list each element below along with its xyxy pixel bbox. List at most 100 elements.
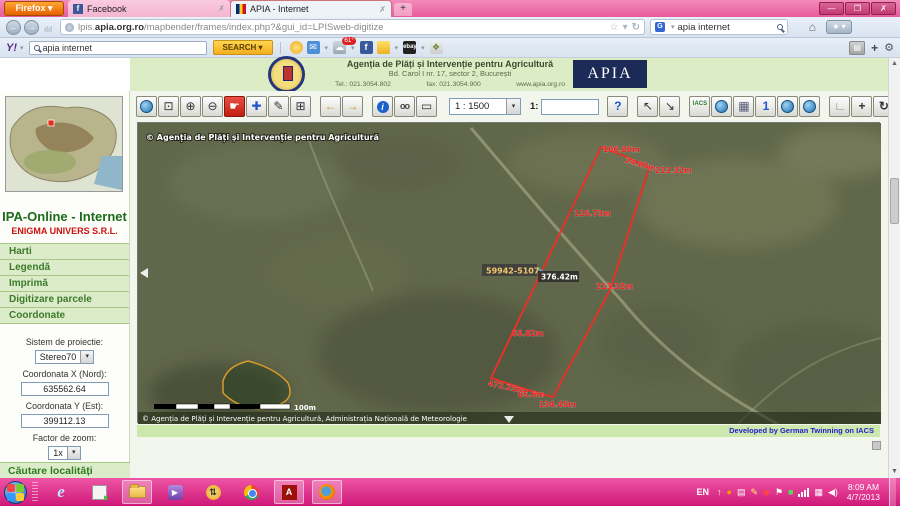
taskbar-firefox-icon[interactable]	[312, 480, 342, 504]
recenter-button[interactable]: ✚	[246, 96, 267, 117]
tray-app-icon[interactable]: ■	[788, 487, 793, 497]
volume-icon[interactable]: ◀)	[828, 487, 838, 497]
add-point-button[interactable]: +	[851, 96, 872, 117]
tray-arrow-icon[interactable]: ↑	[717, 487, 722, 497]
scale-select[interactable]: 1 : 1500 ▾	[449, 98, 521, 115]
scroll-down-icon[interactable]: ▼	[889, 466, 900, 478]
grid-button[interactable]: ▦	[733, 96, 754, 117]
start-button[interactable]	[4, 481, 27, 504]
reload-icon[interactable]: ↻	[632, 22, 640, 33]
pan-hand-button-active[interactable]: ☛	[224, 96, 245, 117]
page-scrollbar[interactable]: ▲ ▼	[888, 58, 900, 478]
move-vertex-button[interactable]: ↘	[659, 96, 680, 117]
bookmarks-button[interactable]: ★ ▾	[826, 20, 852, 34]
tab-apia-internet[interactable]: APIA - Internet ✗	[230, 0, 392, 17]
tray-pen-icon[interactable]: ✎	[750, 487, 758, 497]
yahoo-search-input[interactable]: apia internet	[29, 41, 207, 55]
maximize-button[interactable]: ❐	[845, 2, 870, 15]
taskbar-installer-icon[interactable]	[84, 480, 114, 504]
projection-select[interactable]: Stereo70 ▾	[35, 350, 95, 364]
facebook-icon[interactable]: f	[360, 41, 373, 54]
mail-icon[interactable]: ✉	[307, 41, 320, 54]
scroll-up-icon[interactable]: ▲	[889, 58, 900, 70]
apps-icon[interactable]: ❖	[430, 41, 443, 54]
taskbar-adobe-reader-icon[interactable]: A	[274, 480, 304, 504]
yahoo-logo[interactable]: Y!	[6, 42, 17, 54]
zoom-out-button[interactable]: ⊖	[202, 96, 223, 117]
yahoo-search-button[interactable]: SEARCH ▾	[213, 40, 273, 55]
yahoo-dropdown-icon[interactable]: ▾	[20, 44, 24, 52]
chevron-down-icon[interactable]: ▾	[506, 99, 520, 114]
taskbar-explorer-icon[interactable]	[122, 480, 152, 504]
address-bar[interactable]: lpis.apia.org.ro/mapbender/frames/index.…	[60, 19, 645, 35]
agency-website[interactable]: www.apia.org.ro	[516, 81, 565, 88]
language-indicator[interactable]: EN	[697, 487, 710, 497]
taskbar-media-player-icon[interactable]: ▶	[160, 480, 190, 504]
chat-dropdown-icon[interactable]: ▾	[395, 44, 399, 52]
close-button[interactable]: ✗	[871, 2, 896, 15]
taskbar-ie-icon[interactable]: e	[46, 480, 76, 504]
romania-overview-map[interactable]	[5, 96, 123, 192]
gear-icon[interactable]: ⚙	[884, 41, 894, 54]
add-toolbar-button[interactable]: +	[871, 41, 878, 55]
ebay-dropdown-icon[interactable]: ▾	[421, 44, 425, 52]
ebay-icon[interactable]: ebay	[403, 41, 416, 54]
home-icon[interactable]: ⌂	[809, 20, 816, 34]
sidebar-item-coordonate[interactable]: Coordonate	[0, 308, 129, 324]
layer-window-button[interactable]	[777, 96, 798, 117]
satellite-map-viewport[interactable]: © Agenția de Plăți și Intervenție pentru…	[137, 122, 880, 423]
scale-input[interactable]	[541, 99, 599, 115]
show-desktop-button[interactable]	[889, 478, 896, 506]
search-binoculars-button[interactable]: oo	[394, 96, 415, 117]
list-button[interactable]: ▤	[849, 41, 865, 55]
export-layer-button[interactable]	[799, 96, 820, 117]
sidebar-item-imprima[interactable]: Imprimă	[0, 276, 129, 292]
signal-bars-icon[interactable]	[798, 488, 809, 497]
drag-map-button[interactable]: ⊞	[290, 96, 311, 117]
resize-grip[interactable]	[872, 441, 881, 450]
search-engine-icon[interactable]: G	[655, 22, 665, 32]
tray-flag-icon[interactable]: ⚑	[775, 487, 783, 497]
sidebar-item-digitizare[interactable]: Digitizare parcele	[0, 292, 129, 308]
coordinate-y-input[interactable]	[21, 414, 109, 428]
measure-button[interactable]: ▭	[416, 96, 437, 117]
tray-document-icon[interactable]: ▤	[737, 487, 746, 497]
engine-dropdown-icon[interactable]: ▾	[671, 23, 675, 31]
feature-info-button[interactable]: i	[372, 96, 393, 117]
coordinate-x-input[interactable]	[21, 382, 109, 396]
history-forward-button[interactable]: →	[342, 96, 363, 117]
taskbar-chrome-icon[interactable]	[236, 480, 266, 504]
history-back-button[interactable]: ←	[320, 96, 341, 117]
sidebar-item-cautare-localitati[interactable]: Căutare localități	[0, 462, 130, 478]
zoom-factor-select[interactable]: 1x ▾	[48, 446, 81, 460]
forward-button[interactable]: →	[24, 20, 39, 35]
scrollbar-thumb[interactable]	[890, 178, 899, 224]
chevron-down-icon[interactable]: ▾	[67, 447, 80, 459]
browser-search-field[interactable]: G ▾ apia internet	[650, 19, 788, 35]
tab-facebook[interactable]: f Facebook ✗	[68, 0, 230, 17]
full-extent-globe-button[interactable]	[136, 96, 157, 117]
chat-icon[interactable]	[377, 41, 390, 54]
bookmark-star-icon[interactable]: ☆	[610, 22, 619, 33]
weather-icon[interactable]: ☁61°	[333, 41, 346, 54]
iacs-button[interactable]: IACS	[689, 96, 710, 117]
search-icon[interactable]	[777, 24, 783, 30]
clock[interactable]: 8:09 AM 4/7/2013	[847, 482, 880, 502]
back-button[interactable]: ←	[6, 20, 21, 35]
firefox-menu-button[interactable]: Firefox ▾	[4, 1, 64, 16]
digitize-pen-button[interactable]: ✎	[268, 96, 289, 117]
zoom-in-button[interactable]: ⊕	[180, 96, 201, 117]
measure-one-button[interactable]: 1	[755, 96, 776, 117]
minimize-button[interactable]: —	[819, 2, 844, 15]
url-dropdown-icon[interactable]: ▾	[623, 22, 628, 33]
chevron-down-icon[interactable]: ▾	[80, 351, 93, 363]
save-layer-button[interactable]	[711, 96, 732, 117]
node-tool-button[interactable]: ∟	[829, 96, 850, 117]
tab-close-icon[interactable]: ✗	[379, 5, 386, 14]
tray-status-icon[interactable]: ●	[727, 487, 732, 497]
tray-adobe-icon[interactable]: ◆	[763, 487, 770, 497]
zoom-window-button[interactable]: ⊡	[158, 96, 179, 117]
select-vertex-button[interactable]: ↖	[637, 96, 658, 117]
messenger-smiley-icon[interactable]	[290, 41, 303, 54]
site-identity-icon[interactable]	[65, 23, 74, 32]
